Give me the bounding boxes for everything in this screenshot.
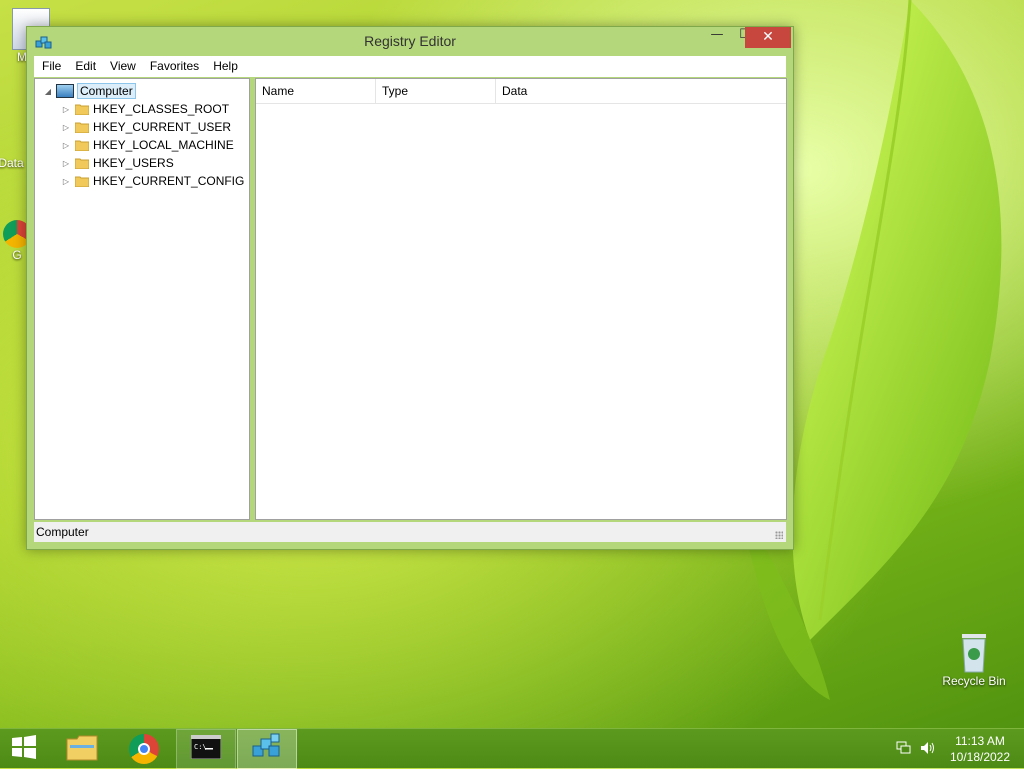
clock-time: 11:13 AM bbox=[955, 734, 1005, 748]
expand-arrow-icon[interactable]: ▷ bbox=[61, 105, 71, 114]
clock-date: 10/18/2022 bbox=[949, 750, 1011, 764]
tree-label: HKEY_USERS bbox=[93, 156, 174, 170]
menu-edit[interactable]: Edit bbox=[69, 56, 102, 77]
desktop-icon-label: Recycle Bin bbox=[942, 674, 1006, 688]
tree-node-hkey-local-machine[interactable]: ▷ HKEY_LOCAL_MACHINE bbox=[61, 136, 234, 154]
network-icon[interactable] bbox=[896, 740, 912, 759]
tree-node-hkey-classes-root[interactable]: ▷ HKEY_CLASSES_ROOT bbox=[61, 100, 229, 118]
expand-arrow-icon[interactable]: ▷ bbox=[61, 123, 71, 132]
expand-arrow-icon[interactable]: ▷ bbox=[61, 141, 71, 150]
tree-label-computer: Computer bbox=[77, 83, 136, 99]
recycle-bin-icon bbox=[960, 632, 988, 674]
values-list[interactable]: Name Type Data bbox=[255, 78, 787, 520]
window-title: Registry Editor bbox=[364, 33, 456, 49]
computer-icon bbox=[56, 84, 74, 98]
close-button[interactable]: ✕ bbox=[745, 27, 791, 48]
column-header-name[interactable]: Name bbox=[256, 79, 376, 103]
tree-node-hkey-users[interactable]: ▷ HKEY_USERS bbox=[61, 154, 174, 172]
registry-tree[interactable]: ◢ Computer ▷ HKEY_CLASSES_ROOT ▷ HKEY_CU… bbox=[34, 78, 250, 520]
folder-icon bbox=[74, 121, 90, 134]
desktop-icon-recycle-bin[interactable]: Recycle Bin bbox=[937, 632, 1011, 688]
shortcut-icon bbox=[0, 120, 22, 156]
taskbar-command-prompt[interactable]: C:\ bbox=[176, 729, 236, 769]
taskbar-clock[interactable]: 11:13 AM 10/18/2022 bbox=[940, 733, 1020, 765]
chrome-icon bbox=[129, 734, 159, 764]
title-bar[interactable]: Registry Editor — ☐ ✕ bbox=[27, 27, 793, 57]
volume-icon[interactable] bbox=[920, 740, 936, 759]
file-explorer-icon bbox=[66, 733, 98, 765]
menu-view[interactable]: View bbox=[104, 56, 142, 77]
tree-label: HKEY_LOCAL_MACHINE bbox=[93, 138, 234, 152]
expand-arrow-icon[interactable]: ▷ bbox=[61, 177, 71, 186]
menu-file[interactable]: File bbox=[36, 56, 67, 77]
folder-icon bbox=[74, 157, 90, 170]
menu-favorites[interactable]: Favorites bbox=[144, 56, 205, 77]
command-prompt-icon: C:\ bbox=[190, 734, 222, 763]
taskbar-chrome[interactable] bbox=[114, 729, 174, 769]
folder-icon bbox=[74, 175, 90, 188]
tree-node-computer[interactable]: ◢ Computer bbox=[43, 82, 136, 100]
taskbar-file-explorer[interactable] bbox=[52, 729, 112, 769]
start-button[interactable] bbox=[0, 729, 48, 769]
column-header-data[interactable]: Data bbox=[496, 79, 786, 103]
expand-arrow-icon[interactable]: ▷ bbox=[61, 159, 71, 168]
minimize-button[interactable]: — bbox=[703, 27, 731, 48]
registry-editor-window: Registry Editor — ☐ ✕ File Edit View Fav… bbox=[26, 26, 794, 550]
tree-label: HKEY_CURRENT_USER bbox=[93, 120, 232, 134]
resize-grip-icon[interactable] bbox=[775, 531, 783, 539]
column-header-row: Name Type Data bbox=[256, 79, 786, 104]
start-icon bbox=[11, 734, 37, 764]
folder-icon bbox=[74, 139, 90, 152]
taskbar: C:\ 11:13 AM 10/18/2022 bbox=[0, 728, 1024, 769]
column-header-type[interactable]: Type bbox=[376, 79, 496, 103]
tree-label: HKEY_CLASSES_ROOT bbox=[93, 102, 230, 116]
tree-node-hkey-current-config[interactable]: ▷ HKEY_CURRENT_CONFIG bbox=[61, 172, 244, 190]
menu-help[interactable]: Help bbox=[207, 56, 244, 77]
status-text: Computer bbox=[36, 525, 89, 539]
tree-label: HKEY_CURRENT_CONFIG bbox=[93, 174, 245, 188]
status-bar: Computer bbox=[34, 522, 786, 542]
system-tray bbox=[896, 729, 936, 769]
registry-editor-icon bbox=[251, 732, 283, 766]
folder-icon bbox=[74, 103, 90, 116]
taskbar-registry-editor[interactable] bbox=[237, 729, 297, 769]
collapse-arrow-icon[interactable]: ◢ bbox=[43, 87, 53, 96]
tree-node-hkey-current-user[interactable]: ▷ HKEY_CURRENT_USER bbox=[61, 118, 231, 136]
menu-bar: File Edit View Favorites Help bbox=[34, 56, 786, 77]
svg-text:C:\: C:\ bbox=[194, 743, 207, 751]
